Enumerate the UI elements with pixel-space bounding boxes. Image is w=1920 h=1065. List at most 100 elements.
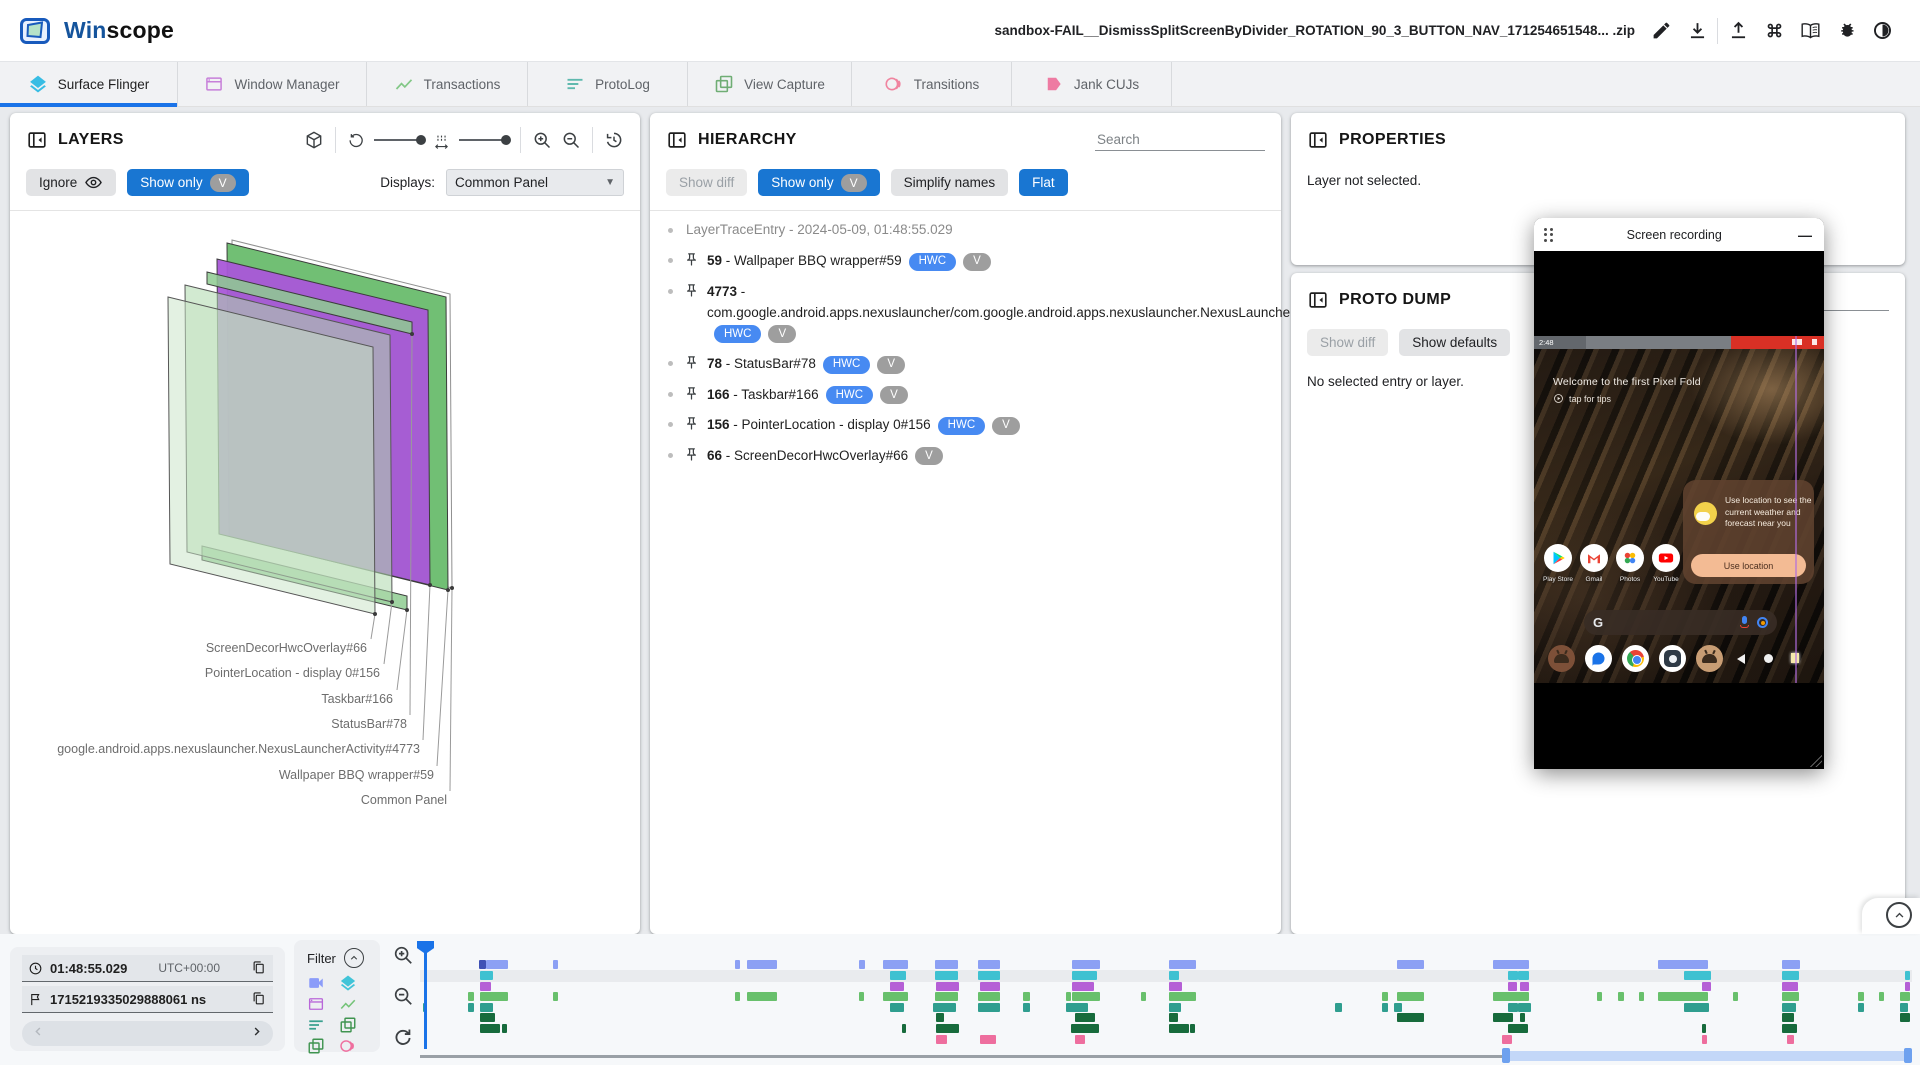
dock-messages-icon[interactable] [1585, 645, 1612, 672]
lens-icon[interactable] [1757, 617, 1768, 628]
hierarchy-search-input[interactable] [1095, 129, 1265, 151]
timeline-row-view-capture-a[interactable] [420, 1013, 1912, 1022]
show-only-button[interactable]: Show only V [758, 169, 879, 196]
flat-button[interactable]: Flat [1019, 169, 1068, 196]
collapse-filter-button[interactable] [344, 948, 364, 968]
reset-view-icon[interactable] [604, 130, 624, 150]
tab-view-capture[interactable]: View Capture [688, 62, 852, 106]
ignore-button[interactable]: Ignore [26, 169, 116, 196]
ns-time-field[interactable]: 1715219335029888061 ns [22, 986, 273, 1013]
layers-3d-view[interactable]: ScreenDecorHwcOverlay#66PointerLocation … [10, 211, 640, 871]
tab-transactions[interactable]: Transactions [367, 62, 528, 106]
pin-icon[interactable] [684, 283, 700, 299]
collapse-timeline-button[interactable] [1886, 902, 1912, 928]
copy-icon[interactable] [251, 991, 267, 1007]
pin-icon[interactable] [684, 447, 700, 463]
download-traces-icon[interactable] [1679, 13, 1715, 49]
simplify-names-button[interactable]: Simplify names [891, 169, 1009, 196]
filter-protolog-icon[interactable] [307, 1016, 325, 1034]
zoom-range-slider[interactable] [1502, 1051, 1912, 1061]
rotation-slider[interactable] [374, 139, 424, 141]
google-search-bar[interactable]: G [1584, 610, 1777, 635]
nav-home-button[interactable] [1764, 654, 1773, 663]
timeline-row-transitions[interactable] [420, 1035, 1912, 1044]
screen-recording-window[interactable]: Screen recording — 2:48 Welcome to the f… [1534, 218, 1824, 769]
dock-android-app-icon[interactable] [1548, 645, 1575, 672]
pin-icon[interactable] [684, 252, 700, 268]
layer-tree-item[interactable]: 4773 - com.google.android.apps.nexuslaun… [668, 281, 1263, 345]
timeline-canvas[interactable] [420, 941, 1912, 1065]
collapse-panel-icon[interactable] [1307, 289, 1329, 311]
filter-view-capture-2-icon[interactable] [307, 1037, 325, 1055]
dock-android-circle-icon[interactable] [1696, 645, 1723, 672]
collapse-panel-icon[interactable] [666, 129, 688, 151]
timeline-row-window-manager[interactable] [420, 982, 1912, 991]
mic-icon[interactable] [1740, 616, 1749, 629]
zoom-in-icon[interactable] [532, 130, 552, 150]
3d-view-icon[interactable] [304, 130, 324, 150]
minimize-icon[interactable]: — [1796, 227, 1814, 243]
timeline-row-transactions[interactable] [420, 992, 1912, 1001]
filter-transactions-icon[interactable] [339, 995, 357, 1013]
show-diff-button[interactable]: Show diff [1307, 329, 1388, 356]
playhead-handle[interactable] [417, 941, 434, 954]
layer-tree-item[interactable]: 156 - PointerLocation - display 0#156HWC… [668, 414, 1263, 436]
screen-recording-titlebar[interactable]: Screen recording — [1534, 218, 1824, 251]
filter-transitions-icon[interactable] [339, 1037, 357, 1055]
layer-tree-item[interactable]: 66 - ScreenDecorHwcOverlay#66V [668, 445, 1263, 467]
zoom-in-icon[interactable] [392, 944, 414, 966]
copy-icon[interactable] [251, 960, 267, 976]
displays-select[interactable]: Common Panel ▼ [446, 169, 624, 196]
keyboard-shortcuts-icon[interactable] [1756, 13, 1792, 49]
upload-trace-icon[interactable] [1720, 13, 1756, 49]
pin-icon[interactable] [684, 355, 700, 371]
show-only-button[interactable]: Show only V [127, 169, 248, 196]
trace-entry-root[interactable]: LayerTraceEntry - 2024-05-09, 01:48:55.0… [668, 220, 1263, 239]
drag-handle-icon[interactable] [1544, 228, 1553, 242]
timestamp-value[interactable]: 01:48:55.029 [50, 961, 127, 976]
zoom-out-icon[interactable] [561, 130, 581, 150]
human-time-field[interactable]: 01:48:55.029 UTC+00:00 [22, 955, 273, 982]
pin-icon[interactable] [684, 386, 700, 402]
filter-screen-recording-icon[interactable] [307, 974, 325, 992]
tab-transitions[interactable]: Transitions [852, 62, 1012, 106]
timeline-row-protolog[interactable] [420, 1003, 1912, 1012]
filter-surface-flinger-icon[interactable] [339, 974, 357, 992]
reset-zoom-icon[interactable] [392, 1026, 414, 1048]
dock-chrome-icon[interactable] [1622, 645, 1649, 672]
collapse-panel-icon[interactable] [26, 129, 48, 151]
zoom-range-right-handle[interactable] [1904, 1048, 1912, 1063]
tab-jank-cujs[interactable]: Jank CUJs [1012, 62, 1172, 106]
collapse-panel-icon[interactable] [1307, 129, 1329, 151]
timeline-row-view-capture-b[interactable] [420, 1024, 1912, 1033]
layer-tree-item[interactable]: 78 - StatusBar#78HWCV [668, 353, 1263, 375]
zoom-range-left-handle[interactable] [1502, 1048, 1510, 1063]
dark-mode-toggle-icon[interactable] [1864, 13, 1900, 49]
pin-icon[interactable] [684, 416, 700, 432]
show-diff-button[interactable]: Show diff [666, 169, 747, 196]
spacing-slider[interactable] [459, 139, 509, 141]
tab-window-manager[interactable]: Window Manager [178, 62, 367, 106]
tab-protolog[interactable]: ProtoLog [528, 62, 688, 106]
documentation-icon[interactable] [1792, 13, 1828, 49]
zoom-out-icon[interactable] [392, 985, 414, 1007]
playhead[interactable] [424, 952, 427, 1049]
nav-back-button[interactable] [1737, 654, 1745, 664]
show-defaults-button[interactable]: Show defaults [1399, 329, 1510, 356]
use-location-button[interactable]: Use location [1691, 554, 1806, 577]
layer-tree-item[interactable]: 166 - Taskbar#166HWCV [668, 384, 1263, 406]
layer-tree-item[interactable]: 59 - Wallpaper BBQ wrapper#59HWCV [668, 250, 1263, 272]
timeline-row-screen-recording[interactable] [420, 960, 1912, 969]
filter-view-capture-1-icon[interactable] [339, 1016, 357, 1034]
app-icon-youtube[interactable]: YouTube [1638, 544, 1694, 583]
filter-window-manager-icon[interactable] [307, 995, 325, 1013]
edit-trace-name-icon[interactable] [1643, 13, 1679, 49]
dock-camera-icon[interactable] [1659, 645, 1686, 672]
next-entry-button[interactable] [250, 1025, 263, 1043]
timeline-row-surface-flinger[interactable] [420, 971, 1912, 980]
previous-entry-button[interactable] [32, 1025, 45, 1043]
report-bug-icon[interactable] [1828, 13, 1864, 49]
ns-timestamp-value[interactable]: 1715219335029888061 ns [50, 992, 206, 1007]
resize-handle[interactable] [1810, 755, 1822, 767]
tab-surface-flinger[interactable]: Surface Flinger [0, 62, 178, 106]
